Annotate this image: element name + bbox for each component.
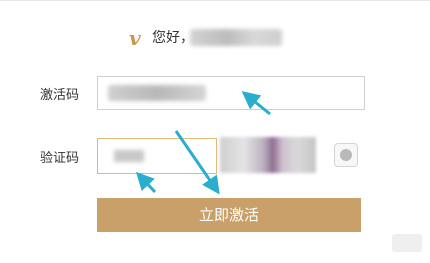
top-divider <box>0 0 430 1</box>
v-logo-icon: v <box>129 26 141 50</box>
activation-code-label: 激活码 <box>40 88 80 103</box>
blurred-username <box>190 29 282 46</box>
verification-code-input[interactable] <box>97 138 217 174</box>
refresh-icon <box>340 149 352 161</box>
activate-now-button[interactable]: 立即激活 <box>97 198 361 232</box>
greeting-text: 您好， <box>152 30 194 46</box>
blurred-verification-code <box>114 150 144 162</box>
refresh-captcha-button[interactable] <box>334 143 358 167</box>
watermark <box>392 234 422 252</box>
activation-page: v 您好， 激活码 验证码 立即激活 <box>0 0 430 263</box>
verification-code-label: 验证码 <box>40 151 80 166</box>
arrow-to-verify-input <box>135 171 157 194</box>
captcha-image[interactable] <box>220 137 316 173</box>
activation-code-input[interactable] <box>97 76 365 110</box>
blurred-activation-code <box>108 85 206 101</box>
